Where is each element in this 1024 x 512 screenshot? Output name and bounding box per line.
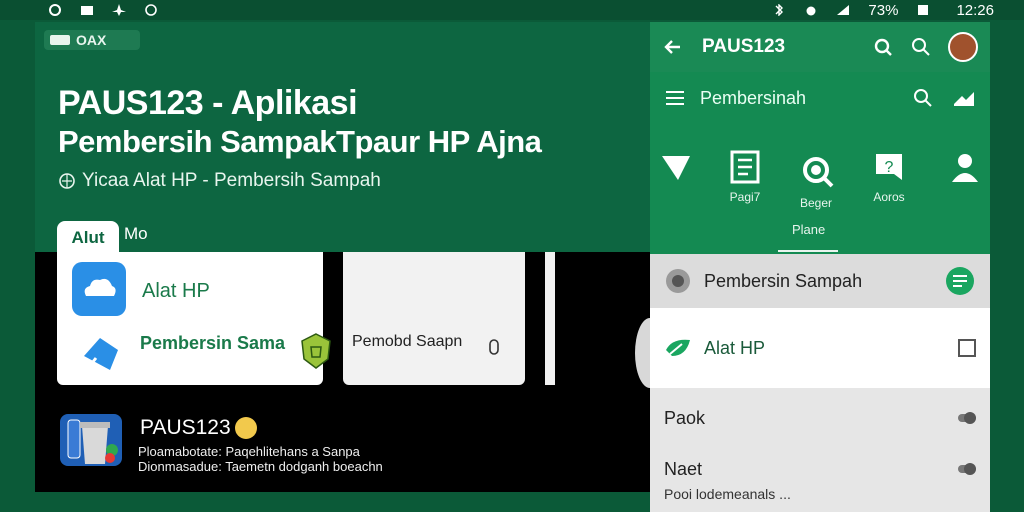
- tab-indicator: [778, 250, 838, 252]
- card-title: Alat HP: [142, 280, 210, 302]
- folder-icon: [81, 6, 93, 15]
- battery-icon: [918, 5, 929, 15]
- menu-icon[interactable]: [664, 90, 686, 106]
- battery-percent: 73%: [868, 1, 899, 19]
- list-item-pembersin-sampah[interactable]: Pembersin Sampah: [650, 254, 990, 308]
- bottom-desc-line2: Dionmasadue: Taemetn dodganh boeachn: [138, 459, 383, 474]
- category-profile[interactable]: [948, 150, 982, 190]
- toggle-icon[interactable]: [958, 411, 976, 425]
- avatar[interactable]: [948, 32, 978, 62]
- status-bar: 73% 12:26: [0, 0, 1024, 20]
- svg-text:?: ?: [885, 159, 894, 176]
- list-item-description: Pooi lodemeanals ...: [664, 485, 791, 502]
- bottom-desc-line1: Ploamabotate: Paqehlitehans a Sanpa: [138, 444, 360, 459]
- chip-label: OAX: [76, 32, 107, 48]
- list-item-naet[interactable]: Naet Pooi lodemeanals ...: [650, 448, 990, 512]
- tab-alut[interactable]: Alut: [57, 221, 119, 255]
- side-panel-title: PAUS123: [702, 36, 786, 57]
- category-label-beger: Beger: [799, 196, 833, 210]
- tab-mo[interactable]: Mo: [124, 224, 148, 244]
- search-label: Pembersinah: [700, 87, 807, 108]
- alarm-icon: [806, 6, 816, 16]
- category-icons: Pagi7 Beger ? Aoros Plane: [650, 124, 990, 254]
- category-beger[interactable]: Beger: [796, 150, 836, 210]
- list-item-label: Naet: [664, 458, 703, 479]
- chip-icon: [50, 35, 70, 45]
- category-aoros[interactable]: ? Aoros: [872, 150, 906, 204]
- side-panel-search[interactable]: Pembersinah: [650, 72, 990, 124]
- trash-app-icon: [60, 414, 122, 466]
- smile-badge-icon: [234, 417, 257, 439]
- help-icon: ?: [876, 154, 902, 180]
- notification-icon: [49, 4, 61, 16]
- list-item-paok[interactable]: Paok: [650, 388, 990, 448]
- scan-search-icon[interactable]: [872, 36, 894, 58]
- app-settings-icon: [666, 269, 690, 293]
- hero-title-line1: PAUS123 - Aplikasi: [58, 84, 358, 122]
- hero-subtitle: Yicaa Alat HP - Pembersih Sampah: [58, 170, 381, 192]
- card2-label: Pemobd Saapn: [352, 333, 463, 350]
- category-pagi[interactable]: Pagi7: [728, 150, 762, 204]
- chat-icon[interactable]: [952, 88, 976, 108]
- globe-icon: [59, 173, 75, 189]
- list-item-label: Alat HP: [704, 337, 766, 358]
- send-icon: [662, 156, 690, 180]
- bottom-app-description: Ploamabotate: Paqehlitehans a Sanpa Dion…: [138, 444, 398, 474]
- category-sub-label: Plane: [792, 222, 826, 237]
- feature-card-partial[interactable]: [545, 252, 555, 385]
- hero-subtitle-text: Yicaa Alat HP - Pembersih Sampah: [82, 170, 381, 191]
- bluetooth-icon: [775, 4, 784, 16]
- app-chip[interactable]: OAX: [44, 30, 140, 50]
- card-subtitle: Pembersin Sama: [140, 333, 286, 353]
- checkbox-icon[interactable]: [958, 339, 976, 357]
- bottom-app-title-text: PAUS123: [140, 416, 231, 439]
- toggle-icon[interactable]: [958, 462, 976, 476]
- broom-icon: [84, 338, 118, 370]
- category-send[interactable]: [660, 150, 692, 188]
- plane-icon: [112, 4, 126, 16]
- clock-icon: [145, 4, 157, 16]
- person-icon: [952, 154, 978, 182]
- hero-title-line2: Pembersih SampakTpaur HP Ajna: [58, 124, 542, 159]
- shield-icon: [301, 333, 331, 369]
- feature-card-pemobd[interactable]: [343, 252, 525, 385]
- side-panel-header: PAUS123: [650, 22, 990, 72]
- cloud-app-icon: [72, 262, 126, 316]
- search-icon[interactable]: [910, 36, 932, 58]
- chat-bubble-icon[interactable]: [944, 265, 976, 297]
- back-arrow-icon[interactable]: [662, 36, 684, 58]
- category-label-pagi: Pagi7: [729, 190, 761, 204]
- list-item-label: Paok: [664, 407, 706, 428]
- clock-time: 12:26: [956, 1, 994, 19]
- signal-icon: [837, 5, 850, 15]
- leaf-icon: [666, 339, 690, 356]
- bottom-app-title: PAUS123: [140, 416, 257, 440]
- category-label-aoros: Aoros: [873, 190, 905, 204]
- list-item-label: Pembersin Sampah: [704, 270, 863, 291]
- gear-search-icon: [803, 157, 834, 188]
- list-item-alat-hp[interactable]: Alat HP: [650, 308, 990, 388]
- search-icon-secondary[interactable]: [912, 87, 934, 109]
- info-icon: [489, 339, 499, 355]
- document-icon: [730, 150, 760, 184]
